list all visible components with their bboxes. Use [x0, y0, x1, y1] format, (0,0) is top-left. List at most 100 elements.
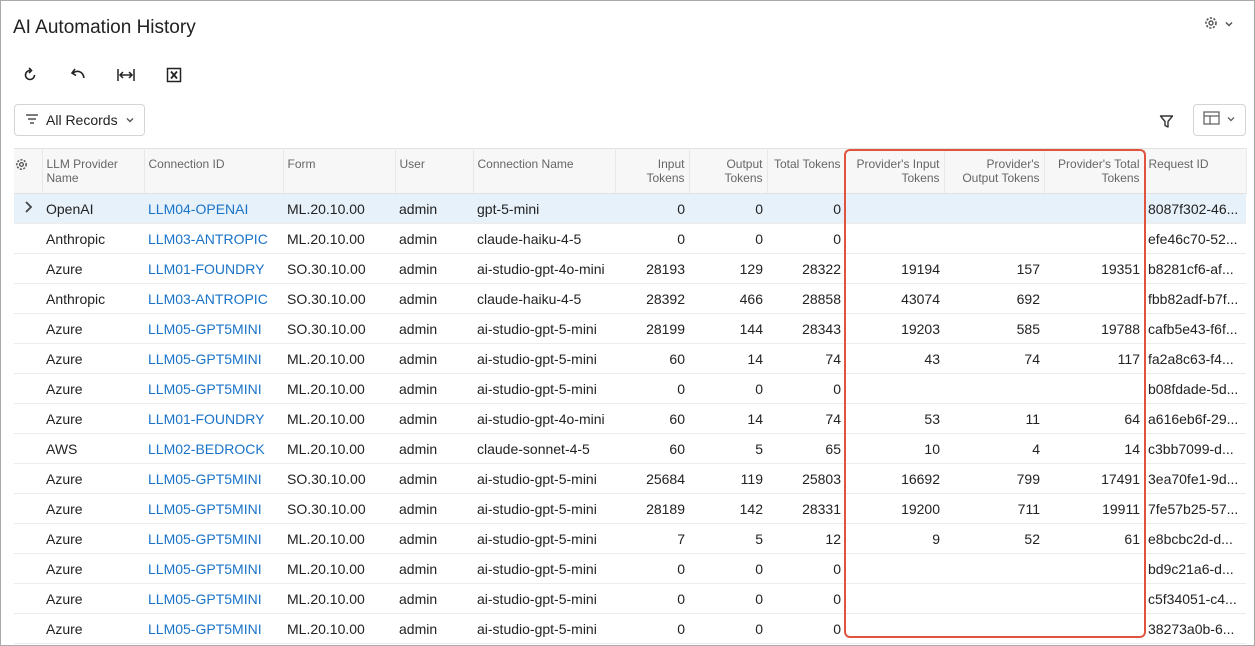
cell-connection-name: claude-haiku-4-5	[473, 283, 615, 314]
cell-provider-total-tokens	[1044, 553, 1144, 584]
cell-llm-provider-name: Anthropic	[42, 283, 144, 314]
row-indicator[interactable]	[14, 223, 42, 254]
cell-connection-id[interactable]: LLM05-GPT5MINI	[144, 493, 283, 524]
cell-user: admin	[395, 313, 473, 344]
cell-connection-id[interactable]: LLM03-ANTROPIC	[144, 283, 283, 314]
cell-connection-id[interactable]: LLM05-GPT5MINI	[144, 583, 283, 614]
filter-icon	[1159, 114, 1173, 128]
cell-connection-id[interactable]: LLM05-GPT5MINI	[144, 523, 283, 554]
table-row[interactable]: Azure LLM05-GPT5MINI ML.20.10.00 admin ai-st…	[14, 373, 1246, 404]
cell-input-tokens: 28189	[615, 493, 689, 524]
row-indicator[interactable]	[14, 613, 42, 644]
record-filter-dropdown[interactable]: All Records	[14, 104, 145, 136]
cell-provider-input-tokens: 9	[845, 523, 944, 554]
column-header-connection-id[interactable]: Connection ID	[144, 148, 284, 194]
table-row[interactable]: Azure LLM05-GPT5MINI SO.30.10.00 admin ai-st…	[14, 493, 1246, 524]
cell-connection-id[interactable]: LLM04-OPENAI	[144, 193, 283, 224]
cell-connection-id[interactable]: LLM05-GPT5MINI	[144, 373, 283, 404]
cell-provider-output-tokens	[944, 553, 1044, 584]
row-indicator[interactable]	[14, 343, 42, 374]
cell-user: admin	[395, 553, 473, 584]
table-row[interactable]: Azure LLM01-FOUNDRY ML.20.10.00 admin ai-stu…	[14, 403, 1246, 434]
column-header-llm-provider-name[interactable]: LLM Provider Name	[42, 148, 145, 194]
cell-provider-total-tokens: 14	[1044, 433, 1144, 464]
cell-provider-output-tokens: 157	[944, 253, 1044, 284]
gear-icon	[16, 159, 27, 170]
column-header-input-tokens[interactable]: Input Tokens	[615, 148, 690, 194]
cell-connection-id[interactable]: LLM01-FOUNDRY	[144, 403, 283, 434]
row-indicator[interactable]	[14, 583, 42, 614]
row-indicator[interactable]	[14, 463, 42, 494]
cell-form: SO.30.10.00	[283, 253, 395, 284]
cell-connection-id[interactable]: LLM01-FOUNDRY	[144, 253, 283, 284]
table-row[interactable]: Azure LLM05-GPT5MINI ML.20.10.00 admin ai-st…	[14, 523, 1246, 554]
cell-llm-provider-name: Anthropic	[42, 223, 144, 254]
cell-connection-id[interactable]: LLM05-GPT5MINI	[144, 313, 283, 344]
cell-output-tokens: 0	[689, 553, 767, 584]
table-row[interactable]: AWS LLM02-BEDROCK ML.20.10.00 admin claude-s…	[14, 433, 1246, 464]
table-row[interactable]: Azure LLM05-GPT5MINI ML.20.10.00 admin ai-st…	[14, 343, 1246, 374]
cell-user: admin	[395, 253, 473, 284]
table-row[interactable]: Azure LLM05-GPT5MINI ML.20.10.00 admin ai-st…	[14, 583, 1246, 614]
cell-provider-output-tokens	[944, 613, 1044, 644]
row-indicator[interactable]	[14, 403, 42, 434]
row-indicator[interactable]	[14, 283, 42, 314]
chevron-down-icon	[125, 112, 135, 128]
row-indicator[interactable]	[14, 193, 42, 224]
table-row[interactable]: OpenAI LLM04-OPENAI ML.20.10.00 admin gpt-5-…	[14, 193, 1246, 224]
cell-request-id: cafb5e43-f6f...	[1144, 313, 1246, 344]
cell-input-tokens: 0	[615, 223, 689, 254]
undo-button[interactable]	[67, 64, 89, 86]
cell-provider-input-tokens: 19200	[845, 493, 944, 524]
row-indicator[interactable]	[14, 373, 42, 404]
record-filter-label: All Records	[46, 112, 118, 128]
row-indicator[interactable]	[14, 313, 42, 344]
cell-form: ML.20.10.00	[283, 373, 395, 404]
row-indicator[interactable]	[14, 523, 42, 554]
cell-provider-output-tokens	[944, 583, 1044, 614]
cell-connection-id[interactable]: LLM05-GPT5MINI	[144, 343, 283, 374]
column-header-user[interactable]: User	[395, 148, 474, 194]
table-row[interactable]: Azure LLM05-GPT5MINI SO.30.10.00 admin ai-st…	[14, 463, 1246, 494]
table-row[interactable]: Anthropic LLM03-ANTROPIC ML.20.10.00 admin c…	[14, 223, 1246, 254]
cell-total-tokens: 0	[767, 583, 845, 614]
table-row[interactable]: Azure LLM01-FOUNDRY SO.30.10.00 admin ai-stu…	[14, 253, 1246, 284]
table-header-row: LLM Provider Name Connection ID Form Use…	[14, 148, 1247, 194]
column-settings-button[interactable]	[14, 148, 43, 194]
row-indicator[interactable]	[14, 553, 42, 584]
filter-button[interactable]	[1155, 110, 1177, 132]
cell-request-id: b8281cf6-af...	[1144, 253, 1246, 284]
row-indicator[interactable]	[14, 433, 42, 464]
export-excel-button[interactable]	[163, 64, 185, 86]
table-row[interactable]: Azure LLM05-GPT5MINI SO.30.10.00 admin ai-st…	[14, 313, 1246, 344]
column-header-connection-name[interactable]: Connection Name	[473, 148, 616, 194]
cell-provider-input-tokens: 10	[845, 433, 944, 464]
refresh-button[interactable]	[19, 64, 41, 86]
table-row[interactable]: Azure LLM05-GPT5MINI ML.20.10.00 admin ai-st…	[14, 613, 1246, 644]
cell-connection-id[interactable]: LLM03-ANTROPIC	[144, 223, 283, 254]
column-header-total-tokens[interactable]: Total Tokens	[767, 148, 846, 194]
cell-provider-input-tokens	[845, 583, 944, 614]
table-row[interactable]: Anthropic LLM03-ANTROPIC SO.30.10.00 admin c…	[14, 283, 1246, 314]
cell-connection-id[interactable]: LLM05-GPT5MINI	[144, 463, 283, 494]
column-header-form[interactable]: Form	[283, 148, 396, 194]
cell-llm-provider-name: Azure	[42, 403, 144, 434]
cell-connection-name: ai-studio-gpt-5-mini	[473, 343, 615, 374]
cell-connection-id[interactable]: LLM05-GPT5MINI	[144, 553, 283, 584]
column-header-provider-output-tokens[interactable]: Provider's Output Tokens	[944, 148, 1045, 194]
row-indicator[interactable]	[14, 493, 42, 524]
cell-connection-id[interactable]: LLM05-GPT5MINI	[144, 613, 283, 644]
column-layout-dropdown[interactable]	[1193, 104, 1246, 136]
settings-menu-button[interactable]	[1203, 15, 1243, 35]
undo-icon	[70, 68, 85, 79]
column-header-provider-input-tokens[interactable]: Provider's Input Tokens	[845, 148, 945, 194]
fit-columns-button[interactable]	[115, 64, 137, 86]
cell-connection-id[interactable]: LLM02-BEDROCK	[144, 433, 283, 464]
column-header-request-id[interactable]: Request ID	[1144, 148, 1247, 194]
table-row[interactable]: Azure LLM05-GPT5MINI ML.20.10.00 admin ai-st…	[14, 553, 1246, 584]
row-indicator[interactable]	[14, 253, 42, 284]
cell-user: admin	[395, 193, 473, 224]
cell-output-tokens: 129	[689, 253, 767, 284]
column-header-provider-total-tokens[interactable]: Provider's Total Tokens	[1044, 148, 1145, 194]
column-header-output-tokens[interactable]: Output Tokens	[689, 148, 768, 194]
